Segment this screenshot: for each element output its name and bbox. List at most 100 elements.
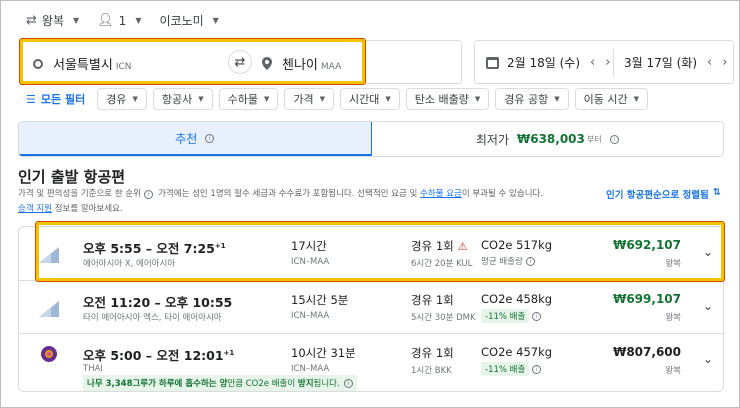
info-icon[interactable]: i [532, 311, 542, 321]
return-date-field[interactable]: 3월 17일 (화) ‹ › [624, 54, 727, 71]
trip-options: ⇄ 왕복 ▼ 👤︎ 1 ▼ 이코노미 ▼ [26, 12, 219, 29]
flight-duration: 15시간 5분 [291, 293, 349, 307]
cabin-select[interactable]: 이코노미 ▼ [159, 12, 218, 29]
info-icon[interactable]: i [609, 134, 619, 144]
flight-price: ₩807,600 [613, 345, 681, 359]
chevron-right-icon[interactable]: › [722, 55, 727, 70]
tune-icon: ☰ [26, 92, 36, 106]
destination-city: 첸나이 [282, 58, 318, 73]
layover-info: 5시간 30분 DMK [411, 313, 476, 323]
airline-name: 타이 에어아시아 엑스, 타이 에어아시아 [83, 313, 222, 323]
cheapest-price: ₩638,003 [516, 132, 585, 146]
filter-chip-bags[interactable]: 수하물 ▼ [218, 88, 279, 110]
highlight-first-flight [35, 221, 725, 282]
info-icon[interactable]: i [343, 378, 353, 388]
price-type: 왕복 [665, 366, 681, 376]
all-filters-button[interactable]: ☰ 모든 필터 [26, 91, 85, 107]
trip-type-label: 왕복 [41, 14, 64, 28]
emissions-savings-note: 나무 3,348그루가 하루에 흡수하는 양만큼 CO2e 배출이 방지됩니다.… [83, 375, 357, 391]
chip-label: 시간대 [349, 93, 380, 106]
tab-recommended[interactable]: 추천 i [19, 122, 372, 156]
location-pin-icon [262, 57, 272, 70]
chevron-left-icon[interactable]: ‹ [707, 55, 712, 70]
swap-icon: ⇄ [234, 54, 246, 70]
return-date: 3월 17일 (화) [624, 56, 698, 70]
caret-down-icon: ▼ [73, 16, 80, 25]
chevron-down-icon[interactable]: ⌄ [703, 299, 713, 313]
destination-field[interactable]: 첸나이 MAA [262, 54, 341, 73]
chevron-left-icon[interactable]: ‹ [590, 55, 595, 70]
co2-subtext: -11% 배출 i [481, 309, 542, 323]
baggage-fees-link[interactable]: 수하물 요금 [420, 189, 462, 199]
caret-down-icon: ▼ [474, 95, 481, 103]
depart-date: 2월 18일 (수) [507, 56, 581, 70]
swap-arrows-icon: ⇄ [26, 13, 37, 28]
filter-chip-duration[interactable]: 이동 시간 ▼ [574, 88, 649, 110]
chip-label: 경유 공항 [504, 93, 549, 106]
flight-row[interactable]: 오전 11:20 – 오후 10:55 타이 에어아시아 엑스, 타이 에어아시… [19, 280, 725, 333]
chip-label: 이동 시간 [583, 93, 628, 106]
thai-logo-icon [41, 346, 57, 362]
destination-code: MAA [320, 62, 342, 72]
flight-route: ICN–MAA [291, 364, 330, 374]
desc-text: 가격 및 편의성을 기준으로 한 순위 [18, 189, 141, 199]
filter-chip-connecting-airports[interactable]: 경유 공항 ▼ [495, 88, 569, 110]
chip-label: 가격 [293, 93, 314, 106]
filter-chip-airlines[interactable]: 항공사 ▼ [152, 88, 213, 110]
tab-label: 추천 [175, 131, 198, 146]
caret-down-icon: ▼ [633, 95, 640, 103]
chip-label: 항공사 [161, 93, 193, 106]
all-filters-label: 모든 필터 [40, 93, 86, 106]
flight-duration: 10시간 31분 [291, 346, 356, 360]
chip-label: 탄소 배출량 [414, 93, 469, 106]
caret-down-icon: ▼ [319, 95, 325, 103]
flight-stops: 경유 1회 [411, 346, 454, 360]
passenger-assistance-link[interactable]: 승객 지원 [18, 204, 52, 214]
origin-city: 서울특별시 [53, 58, 113, 73]
sort-button[interactable]: 인기 항공편순으로 정렬됨 ⇅ [606, 187, 721, 201]
tab-cheapest[interactable]: 최저가 ₩638,003 부터 i [372, 122, 724, 156]
flight-times: 오전 11:20 – 오후 10:55 [83, 295, 233, 310]
origin-field[interactable]: 서울특별시 ICN [33, 54, 131, 73]
passenger-select[interactable]: 👤︎ 1 ▼ [97, 12, 141, 29]
filter-chip-emissions[interactable]: 탄소 배출량 ▼ [405, 88, 490, 110]
info-icon[interactable]: i [205, 133, 215, 143]
info-icon[interactable]: i [532, 364, 542, 374]
flight-route: ICN–MAA [291, 311, 330, 321]
layover-info: 1시간 BKK [411, 366, 452, 376]
sort-icon: ⇅ [712, 187, 721, 198]
filter-chip-times[interactable]: 시간대 ▼ [340, 88, 400, 110]
caret-down-icon: ▼ [212, 16, 219, 25]
desc-text: 이 부과될 수 있습니다. [461, 189, 544, 199]
sort-tabs: 추천 i 최저가 ₩638,003 부터 i [18, 121, 724, 157]
depart-date-field[interactable]: 2월 18일 (수) ‹ › [486, 54, 610, 71]
section-description: 가격 및 편의성을 기준으로 한 순위 i 가격에는 성인 1명의 필수 세금과… [18, 187, 598, 217]
caret-down-icon: ▼ [132, 95, 138, 103]
co2-subtext: -11% 배출 i [481, 362, 542, 376]
price-suffix: 부터 [586, 134, 602, 144]
chevron-right-icon[interactable]: › [605, 55, 610, 70]
price-type: 왕복 [665, 313, 681, 323]
filter-bar: ☰ 모든 필터 경유 ▼ 항공사 ▼ 수하물 ▼ 가격 ▼ 시간대 ▼ 탄소 배출량 ▼ 경… [26, 88, 649, 110]
trip-type-select[interactable]: ⇄ 왕복 ▼ [26, 12, 79, 29]
origin-circle-icon [33, 58, 43, 69]
cabin-label: 이코노미 [159, 14, 204, 28]
desc-text: 가격에는 성인 1명의 필수 세금과 수수료가 포함됩니다. 선택적인 요금 및 [158, 189, 418, 199]
info-icon[interactable]: i [143, 190, 153, 199]
caret-down-icon: ▼ [263, 95, 270, 103]
tab-label: 최저가 [475, 132, 509, 147]
section-title: 인기 출발 항공편 [18, 168, 126, 186]
desc-text: 정보를 알아보세요. [54, 204, 123, 214]
caret-down-icon: ▼ [198, 95, 204, 103]
flight-stops: 경유 1회 [411, 293, 454, 307]
swap-button[interactable]: ⇄ [228, 50, 252, 74]
person-icon: 👤︎ [97, 13, 114, 28]
chevron-down-icon[interactable]: ⌄ [703, 352, 713, 366]
thai-airasia-logo-icon [39, 301, 59, 317]
caret-down-icon: ▼ [554, 95, 560, 103]
caret-down-icon: ▼ [385, 95, 391, 103]
filter-chip-stops[interactable]: 경유 ▼ [97, 88, 147, 110]
flight-price: ₩699,107 [613, 292, 681, 306]
calendar-icon [486, 56, 499, 69]
filter-chip-price[interactable]: 가격 ▼ [284, 88, 334, 110]
